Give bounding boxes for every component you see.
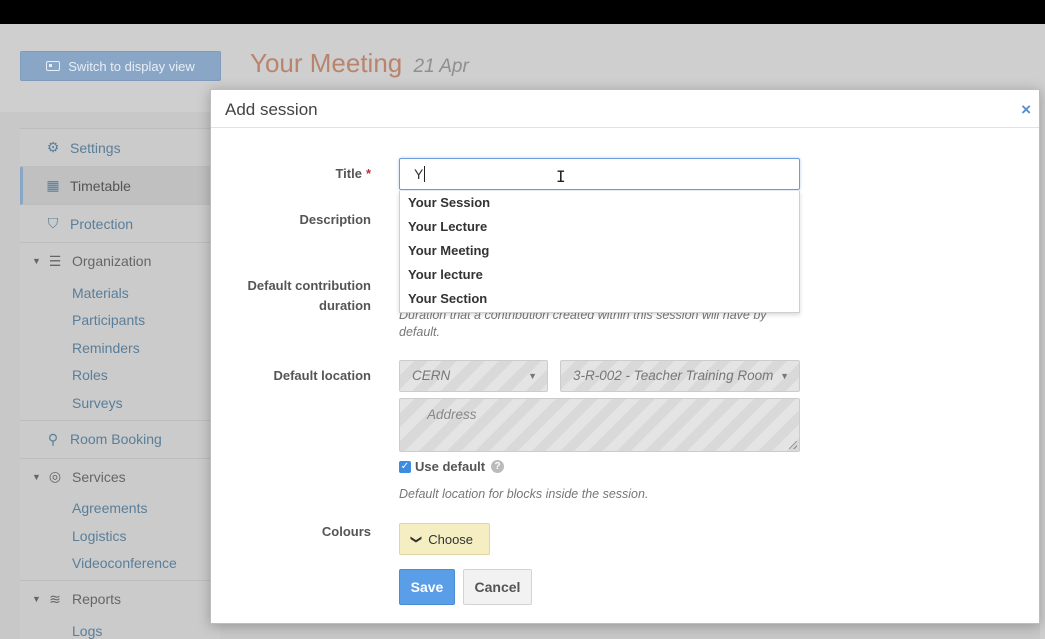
list-icon: ☰ — [48, 252, 62, 269]
calendar-icon: ▦ — [46, 177, 60, 193]
sidebar-item-label: Timetable — [70, 177, 131, 194]
description-label: Description — [299, 212, 371, 227]
suggestion-item[interactable]: Your Section — [400, 287, 799, 311]
services-submenu: Agreements Logistics Videoconference — [20, 495, 220, 581]
dialog-title: Add session — [225, 100, 318, 119]
duration-label: Default contribution duration — [247, 278, 372, 313]
sidebar: ⚙ Settings ▦ Timetable ⛉ Protection ▼ ☰ … — [20, 128, 220, 639]
sidebar-item-reminders[interactable]: Reminders — [20, 334, 220, 362]
sidebar-item-participants[interactable]: Participants — [20, 307, 220, 335]
ibeam-cursor-icon: I — [556, 167, 566, 186]
add-session-dialog: Add session × Title * Y I Description You… — [210, 89, 1040, 624]
gear-icon: ⚙ — [46, 139, 60, 155]
title-label: Title * — [335, 166, 371, 181]
sidebar-item-logs[interactable]: Logs — [20, 617, 220, 639]
room-select[interactable]: 3-R-002 - Teacher Training Room ▼ — [560, 360, 800, 392]
address-field[interactable]: Address — [399, 398, 800, 452]
sidebar-item-label: Settings — [70, 139, 121, 156]
page-edge — [1040, 112, 1045, 639]
location-help-text: Default location for blocks inside the s… — [399, 487, 649, 501]
broadcast-icon: ◎ — [48, 468, 62, 484]
title-suggestions-dropdown: Your Session Your Lecture Your Meeting Y… — [399, 191, 800, 313]
chevron-down-icon: ❯ — [410, 534, 423, 544]
caret-down-icon: ▼ — [528, 371, 537, 381]
sidebar-group-organization[interactable]: ▼ ☰ Organization — [20, 243, 220, 279]
suggestion-item[interactable]: Your Session — [400, 191, 799, 215]
choose-colours-button[interactable]: ❯ Choose — [399, 523, 490, 555]
reports-submenu: Logs — [20, 617, 220, 639]
suggestion-item[interactable]: Your lecture — [400, 263, 799, 287]
text-cursor — [424, 166, 426, 182]
cancel-button[interactable]: Cancel — [463, 569, 532, 605]
help-icon[interactable]: ? — [491, 460, 505, 473]
sidebar-item-materials[interactable]: Materials — [20, 279, 220, 307]
sidebar-item-label: Room Booking — [70, 431, 162, 447]
close-icon[interactable]: × — [1021, 100, 1031, 120]
resize-handle-icon[interactable] — [789, 441, 797, 449]
shield-icon: ⛉ — [47, 215, 59, 231]
use-default-checkbox[interactable]: ✓ Use default ? — [399, 459, 505, 474]
colours-label: Colours — [321, 524, 371, 539]
sidebar-item-roles[interactable]: Roles — [20, 362, 220, 390]
sidebar-group-reports[interactable]: ▼ ≋ Reports — [20, 581, 220, 617]
event-title: Your Meeting — [250, 48, 403, 78]
sidebar-item-logistics[interactable]: Logistics — [20, 522, 220, 550]
sidebar-item-agreements[interactable]: Agreements — [20, 495, 220, 523]
dialog-header: Add session × — [211, 90, 1039, 128]
venue-select[interactable]: CERN ▼ — [399, 360, 548, 392]
map-marker-icon: ⚲ — [47, 430, 59, 447]
sidebar-item-videoconference[interactable]: Videoconference — [20, 550, 220, 578]
sidebar-item-surveys[interactable]: Surveys — [20, 389, 220, 417]
caret-down-icon: ▼ — [32, 594, 41, 604]
stack-icon: ≋ — [49, 590, 61, 607]
sidebar-item-label: Reports — [72, 591, 122, 607]
caret-down-icon: ▼ — [32, 471, 41, 482]
sidebar-item-room-booking[interactable]: ⚲ Room Booking — [20, 421, 220, 459]
caret-down-icon: ▼ — [32, 256, 41, 266]
switch-view-label: Switch to display view — [68, 58, 195, 74]
sidebar-item-settings[interactable]: ⚙ Settings — [20, 129, 220, 167]
sidebar-item-label: Protection — [70, 215, 134, 232]
sidebar-item-label: Services — [72, 468, 126, 485]
required-marker: * — [365, 166, 371, 181]
title-input[interactable]: Y — [399, 158, 800, 190]
save-button[interactable]: Save — [399, 569, 455, 605]
suggestion-item[interactable]: Your Meeting — [400, 239, 799, 263]
sidebar-item-timetable[interactable]: ▦ Timetable — [20, 167, 220, 205]
caret-down-icon: ▼ — [780, 371, 789, 381]
organization-submenu: Materials Participants Reminders Roles S… — [20, 279, 220, 421]
display-icon — [46, 61, 61, 71]
checkbox-checked-icon[interactable]: ✓ — [399, 460, 411, 473]
switch-to-display-view-button[interactable]: Switch to display view — [20, 51, 221, 81]
page-background: Switch to display view Your Meeting 21 A… — [0, 24, 1045, 639]
default-location-label: Default location — [273, 368, 371, 383]
sidebar-item-label: Organization — [72, 253, 152, 269]
sidebar-item-protection[interactable]: ⛉ Protection — [20, 205, 220, 243]
sidebar-group-services[interactable]: ▼ ◎ Services — [20, 459, 220, 495]
suggestion-item[interactable]: Your Lecture — [400, 215, 799, 239]
page-title: Your Meeting 21 Apr — [250, 48, 469, 79]
event-date: 21 Apr — [413, 56, 469, 77]
